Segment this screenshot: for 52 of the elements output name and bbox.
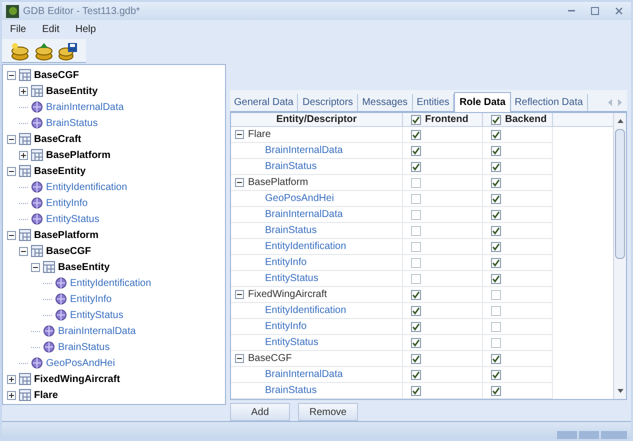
tab[interactable]: General Data xyxy=(230,94,298,111)
tree-item[interactable]: EntityInfo xyxy=(46,196,88,210)
action-button[interactable]: Remove xyxy=(298,403,358,421)
tree-item[interactable]: EntityIdentification xyxy=(46,180,128,194)
tree-item[interactable]: BasePlatform xyxy=(46,148,110,162)
tree-item[interactable]: Flare xyxy=(34,388,58,402)
table-cell-text: EntityStatus xyxy=(265,272,318,286)
table-cell-text: EntityIdentification xyxy=(265,304,346,318)
table-cell-text: EntityInfo xyxy=(265,256,307,270)
tree-item[interactable]: BasePlatform xyxy=(34,228,98,242)
table-cell-text: BrainInternalData xyxy=(265,144,343,158)
table-cell-text: EntityIdentification xyxy=(265,240,346,254)
column-header: Frontend xyxy=(425,113,468,127)
tree-item[interactable]: BaseCGF xyxy=(34,68,80,82)
table-cell-text: BrainInternalData xyxy=(265,368,343,382)
tree-item[interactable]: BrainStatus xyxy=(46,116,98,130)
tree-item[interactable]: BrainStatus xyxy=(58,340,110,354)
column-header: Backend xyxy=(505,113,547,127)
tree-item[interactable]: BaseEntity xyxy=(58,260,110,274)
tree-item[interactable]: EntityInfo xyxy=(70,292,112,306)
tree-item[interactable]: FixedWingAircraft xyxy=(34,372,120,386)
tree-item[interactable]: BrainInternalData xyxy=(46,100,124,114)
action-button[interactable]: Add xyxy=(230,403,290,421)
tree-item[interactable]: BaseCraft xyxy=(34,132,82,146)
table-cell-text: BrainStatus xyxy=(265,384,317,398)
tree-item[interactable]: BaseCGF xyxy=(46,244,92,258)
table-cell-text: BrainInternalData xyxy=(265,208,343,222)
tree-item[interactable]: BaseEntity xyxy=(34,164,86,178)
tree-item[interactable]: EntityIdentification xyxy=(70,276,152,290)
tab[interactable]: Descriptors xyxy=(298,94,358,111)
menu-item[interactable]: File xyxy=(10,22,26,36)
tree-item[interactable]: GeoPosAndHei xyxy=(46,356,115,370)
tab[interactable]: Messages xyxy=(358,94,413,111)
tab[interactable]: Role Data xyxy=(454,92,511,112)
tree-item[interactable]: BrainInternalData xyxy=(58,324,136,338)
column-header: Entity/Descriptor xyxy=(276,113,357,127)
table-cell-text: BrainStatus xyxy=(265,224,317,238)
menu-item[interactable]: Help xyxy=(75,22,96,36)
window-title: GDB Editor - Test113.gdb* xyxy=(23,4,140,18)
table-cell-text: Flare xyxy=(248,128,271,142)
table-cell-text: EntityInfo xyxy=(265,320,307,334)
tree-item[interactable]: EntityStatus xyxy=(70,308,124,322)
menu-item[interactable]: Edit xyxy=(42,22,60,36)
table-cell-text: BasePlatform xyxy=(248,176,308,190)
table-cell-text: GeoPosAndHei xyxy=(265,192,334,206)
table-cell-text: BaseCGF xyxy=(248,352,292,366)
tree-item[interactable]: EntityStatus xyxy=(46,212,100,226)
table-cell-text: FixedWingAircraft xyxy=(248,288,327,302)
table-cell-text: BrainStatus xyxy=(265,160,317,174)
tab[interactable]: Reflection Data xyxy=(510,94,588,111)
table-cell-text: EntityStatus xyxy=(265,336,318,350)
tree-item[interactable]: BaseEntity xyxy=(46,84,98,98)
